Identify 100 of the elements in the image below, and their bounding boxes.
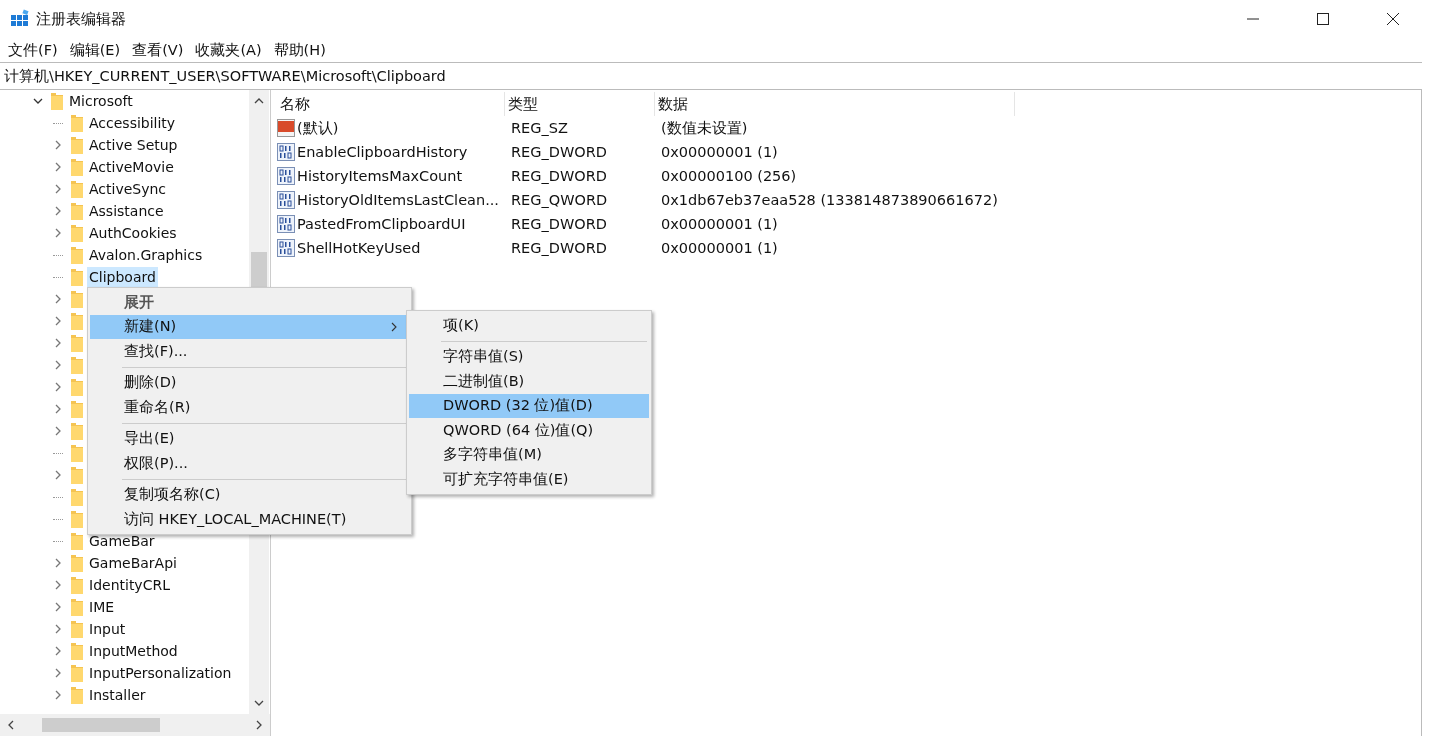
value-name[interactable]: (默认) (297, 118, 339, 138)
folder-icon (71, 268, 83, 286)
chevron-icon[interactable] (33, 96, 43, 106)
folder-icon (71, 422, 83, 440)
menu-item[interactable]: 字符串值(S) (409, 344, 649, 369)
column-header[interactable]: 类型 (505, 92, 655, 116)
close-icon[interactable] (1387, 13, 1399, 25)
value-data: (数值未设置) (660, 118, 749, 138)
menu-item[interactable]: 文件(F) (8, 40, 58, 60)
maximize-icon[interactable] (1317, 13, 1329, 25)
folder-icon (71, 114, 83, 132)
tree-item[interactable]: Microsoft (67, 91, 135, 111)
folder-icon (71, 642, 83, 660)
binary-value-icon (277, 215, 295, 233)
window-title: 注册表编辑器 (36, 9, 126, 29)
value-name[interactable]: HistoryItemsMaxCount (297, 168, 463, 184)
menu-item[interactable]: 新建(N) (90, 314, 409, 339)
folder-icon (71, 510, 83, 528)
tree-item[interactable]: Accessibility (87, 113, 178, 133)
folder-icon (71, 598, 83, 616)
folder-icon (71, 532, 83, 550)
folder-icon (71, 246, 83, 264)
folder-icon (71, 158, 83, 176)
tree-item[interactable]: GameBarApi (87, 553, 179, 573)
tree-item[interactable]: Assistance (87, 201, 166, 221)
value-data: 0x00000100 (256) (660, 168, 798, 184)
folder-icon (71, 664, 83, 682)
value-name[interactable]: HistoryOldItemsLastClean... (297, 192, 499, 208)
folder-icon (71, 136, 83, 154)
menu-item[interactable]: 删除(D) (90, 370, 409, 395)
tree-item[interactable]: AuthCookies (87, 223, 179, 243)
tree-item[interactable]: IME (87, 597, 117, 617)
menu-item[interactable]: 展开 (90, 290, 409, 315)
column-header[interactable]: 数据 (655, 92, 1015, 116)
value-type: REG_DWORD (510, 144, 608, 160)
folder-icon (71, 378, 83, 396)
value-name[interactable]: ShellHotKeyUsed (297, 240, 421, 256)
scroll-left-icon[interactable] (6, 720, 16, 730)
folder-icon (71, 488, 83, 506)
menu-item[interactable]: 访问 HKEY_LOCAL_MACHINE(T) (90, 507, 409, 532)
binary-value-icon (277, 191, 295, 209)
tree-item[interactable]: Installer (87, 685, 148, 705)
folder-icon (71, 312, 83, 330)
tree-item[interactable]: Avalon.Graphics (87, 245, 205, 265)
tree-item[interactable]: InputMethod (87, 641, 180, 661)
folder-icon (71, 554, 83, 572)
folder-icon (71, 202, 83, 220)
column-header[interactable]: 名称 (277, 92, 505, 116)
tree-item[interactable]: ActiveSync (87, 179, 169, 199)
folder-icon (71, 224, 83, 242)
scroll-up-icon[interactable] (254, 96, 264, 106)
binary-value-icon (277, 167, 295, 185)
folder-icon (71, 686, 83, 704)
folder-icon (71, 334, 83, 352)
menu-item[interactable]: DWORD (32 位)值(D) (409, 393, 649, 418)
tree-item[interactable]: InputPersonalization (87, 663, 234, 683)
value-name[interactable]: EnableClipboardHistory (297, 144, 468, 160)
menu-item[interactable]: 帮助(H) (273, 40, 326, 60)
value-name[interactable]: PastedFromClipboardUI (297, 216, 466, 232)
value-data: 0x00000001 (1) (660, 240, 779, 256)
folder-icon (51, 92, 63, 110)
menu-item[interactable]: 编辑(E) (69, 40, 121, 60)
value-data: 0x1db67eb37eaa528 (133814873890661672) (660, 192, 999, 208)
tree-item[interactable]: ActiveMovie (87, 157, 176, 177)
menu-item[interactable]: QWORD (64 位)值(Q) (409, 418, 649, 443)
value-data: 0x00000001 (1) (660, 144, 779, 160)
value-type: REG_SZ (510, 120, 569, 136)
menu-item[interactable]: 复制项名称(C) (90, 482, 409, 507)
menu-item[interactable]: 收藏夹(A) (195, 40, 262, 60)
tree-item[interactable]: GameBar (87, 531, 157, 551)
value-type: REG_QWORD (510, 192, 609, 208)
value-data: 0x00000001 (1) (660, 216, 779, 232)
binary-value-icon (277, 239, 295, 257)
tree-item[interactable]: Input (87, 619, 128, 639)
menu-item[interactable]: 重命名(R) (90, 395, 409, 420)
tree-item[interactable]: Active Setup (87, 135, 180, 155)
menu-item[interactable]: 查找(F)... (90, 339, 409, 364)
menu-item[interactable]: 多字符串值(M) (409, 442, 649, 467)
menu-item[interactable]: 项(K) (409, 313, 649, 338)
folder-icon (71, 466, 83, 484)
menu-item[interactable]: 导出(E) (90, 426, 409, 451)
scrollbar-thumb[interactable] (42, 718, 160, 732)
scroll-right-icon[interactable] (254, 720, 264, 730)
value-type: REG_DWORD (510, 168, 608, 184)
registry-editor-icon (10, 9, 30, 29)
address-bar[interactable]: 计算机\HKEY_CURRENT_USER\SOFTWARE\Microsoft\Clipboard (0, 62, 1422, 90)
folder-icon (71, 290, 83, 308)
folder-icon (71, 620, 83, 638)
menu-item[interactable]: 权限(P)... (90, 451, 409, 476)
folder-icon (71, 400, 83, 418)
binary-value-icon (277, 143, 295, 161)
folder-icon (71, 576, 83, 594)
tree-item[interactable]: IdentityCRL (87, 575, 172, 595)
folder-icon (71, 180, 83, 198)
menu-item[interactable]: 查看(V) (132, 40, 184, 60)
tree-item[interactable]: Clipboard (87, 267, 158, 287)
menu-item[interactable]: 可扩充字符串值(E) (409, 467, 649, 492)
scroll-down-icon[interactable] (254, 698, 264, 708)
menu-item[interactable]: 二进制值(B) (409, 369, 649, 394)
string-value-icon (277, 119, 295, 137)
